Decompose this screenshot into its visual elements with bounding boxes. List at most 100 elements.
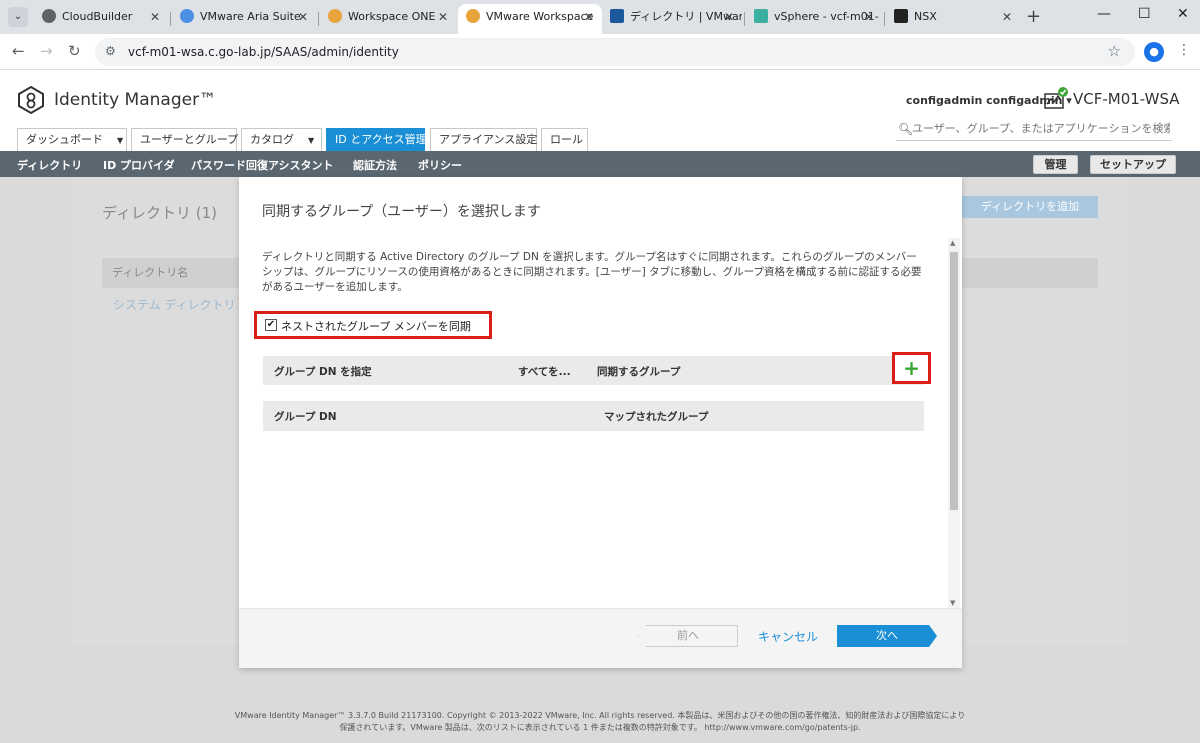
sync-nested-members-checkbox[interactable]: ✔ xyxy=(265,319,277,331)
browser-tabstrip: ⌄ CloudBuilder ✕ VMware Aria Suite ✕ Wor… xyxy=(0,0,1200,34)
tab-close-icon[interactable]: ✕ xyxy=(584,4,594,30)
tenant-health-icon xyxy=(1044,87,1068,109)
tab-divider xyxy=(884,12,885,26)
tab-close-icon[interactable]: ✕ xyxy=(298,4,308,30)
profile-avatar-icon[interactable]: ● xyxy=(1144,42,1164,62)
cancel-button[interactable]: キャンセル xyxy=(758,628,818,645)
subnav-directories[interactable]: ディレクトリ xyxy=(17,157,82,173)
mapped-groups-grid-header: グループ DN マップされたグループ xyxy=(263,401,924,431)
modal-description: ディレクトリと同期する Active Directory のグループ DN を選… xyxy=(262,251,922,293)
tab-title: CloudBuilder xyxy=(62,10,133,23)
maximize-icon[interactable]: ☐ xyxy=(1138,6,1151,22)
scroll-down-icon[interactable]: ▼ xyxy=(950,599,955,607)
back-button[interactable]: 前へ xyxy=(638,625,738,647)
scroll-up-icon[interactable]: ▲ xyxy=(950,239,955,247)
add-directory-button: ディレクトリを追加 xyxy=(962,196,1098,218)
vsphere-icon xyxy=(754,9,768,23)
subnav-identity-providers[interactable]: ID プロバイダ xyxy=(103,157,175,173)
chevron-down-icon: ▼ xyxy=(117,136,124,145)
sync-nested-members-label: ネストされたグループ メンバーを同期 xyxy=(281,320,471,333)
subnav-policies[interactable]: ポリシー xyxy=(418,157,462,173)
tab-title: Workspace ONE xyxy=(348,10,436,23)
tab-appliance-settings[interactable]: アプライアンス設定 xyxy=(430,128,537,151)
tab-title: NSX xyxy=(914,10,937,23)
tab-search-menu-icon[interactable]: ⌄ xyxy=(8,7,28,27)
browser-tab[interactable]: vSphere - vcf-m01- ✕ xyxy=(746,4,882,34)
vmware-icon xyxy=(610,9,624,23)
search-input[interactable] xyxy=(912,122,1170,135)
setup-button[interactable]: セットアップ xyxy=(1090,155,1176,174)
next-button[interactable]: 次へ xyxy=(837,625,937,647)
subnav-auth-methods[interactable]: 認証方法 xyxy=(353,157,397,173)
url-text[interactable]: vcf-m01-wsa.c.go-lab.jp/SAAS/admin/ident… xyxy=(128,45,399,59)
tab-label: ユーザーとグループ xyxy=(140,133,239,146)
modal-scrollbar[interactable]: ▲ ▼ xyxy=(948,238,960,608)
workspace-one-icon xyxy=(328,9,342,23)
highlight-box-add: + xyxy=(892,352,931,384)
reload-icon[interactable]: ↻ xyxy=(68,42,81,60)
browser-tab[interactable]: ディレクトリ | VMware ✕ xyxy=(602,4,742,34)
site-info-icon[interactable]: ⚙ xyxy=(105,44,116,58)
browser-tab[interactable]: VMware Aria Suite ✕ xyxy=(172,4,316,34)
tab-roles[interactable]: ロール xyxy=(541,128,588,151)
browser-tab-active[interactable]: VMware Workspace ✕ xyxy=(458,4,602,34)
cloud-icon xyxy=(180,9,194,23)
group-dn-grid-header: グループ DN を指定 すべてを... 同期するグループ xyxy=(263,356,924,385)
browser-menu-icon[interactable]: ⋮ xyxy=(1177,42,1191,58)
tab-label: アプライアンス設定 xyxy=(439,133,538,146)
address-bar[interactable]: ⚙ vcf-m01-wsa.c.go-lab.jp/SAAS/admin/ide… xyxy=(95,38,1135,66)
tab-catalog[interactable]: カタログ ▼ xyxy=(241,128,322,151)
column-groups-to-sync: 同期するグループ xyxy=(597,366,681,378)
forward-arrow-icon[interactable]: → xyxy=(40,42,53,60)
tenant-name: VCF-M01-WSA xyxy=(1073,90,1180,108)
column-group-dn: グループ DN xyxy=(274,411,337,423)
tab-label: カタログ xyxy=(250,133,294,146)
nsx-icon xyxy=(894,9,908,23)
add-plus-icon[interactable]: + xyxy=(895,355,928,381)
sub-navigation: ディレクトリ ID プロバイダ パスワード回復アシスタント 認証方法 ポリシー … xyxy=(0,151,1200,177)
scrollbar-thumb[interactable] xyxy=(950,252,958,510)
tab-dashboard[interactable]: ダッシュボード ▼ xyxy=(17,128,127,151)
search-icon: 🔍︎ xyxy=(898,122,914,136)
tab-label: ロール xyxy=(550,133,583,146)
back-arrow-icon[interactable]: ← xyxy=(12,42,25,60)
column-mapped-groups: マップされたグループ xyxy=(604,411,709,423)
minimize-icon[interactable]: — xyxy=(1097,6,1111,22)
browser-tab[interactable]: CloudBuilder ✕ xyxy=(34,4,168,34)
copyright-footer: VMware Identity Manager™ 3.3.7.0 Build 2… xyxy=(0,710,1200,734)
new-tab-icon[interactable]: + xyxy=(1026,6,1041,27)
copyright-line-1: VMware Identity Manager™ 3.3.7.0 Build 2… xyxy=(234,711,966,720)
browser-tab[interactable]: NSX ✕ xyxy=(886,4,1020,34)
window-close-icon[interactable]: ✕ xyxy=(1177,6,1189,22)
tab-close-icon[interactable]: ✕ xyxy=(724,4,734,30)
tab-title: VMware Aria Suite xyxy=(200,10,301,23)
subnav-password-recovery[interactable]: パスワード回復アシスタント xyxy=(191,157,334,173)
globe-icon xyxy=(42,9,56,23)
browser-tab[interactable]: Workspace ONE ✕ xyxy=(320,4,456,34)
tab-label: ダッシュボード xyxy=(26,133,103,146)
manage-button[interactable]: 管理 xyxy=(1033,155,1078,174)
browser-toolbar: ← → ↻ ⚙ vcf-m01-wsa.c.go-lab.jp/SAAS/adm… xyxy=(0,34,1200,70)
workspace-one-icon xyxy=(466,9,480,23)
global-search: 🔍︎ xyxy=(896,121,1172,141)
tab-label: ID とアクセス管理 xyxy=(335,133,427,146)
bookmark-star-icon[interactable]: ☆ xyxy=(1108,42,1121,60)
system-directory-link: システム ディレクトリ xyxy=(113,298,236,312)
copyright-line-2: 保護されています。VMware 製品は、次のリストに表示されている 1 件または… xyxy=(339,723,861,732)
tab-close-icon[interactable]: ✕ xyxy=(864,4,874,30)
tab-users-groups[interactable]: ユーザーとグループ xyxy=(131,128,239,151)
tab-close-icon[interactable]: ✕ xyxy=(438,4,448,30)
tab-divider xyxy=(318,12,319,26)
column-header-label: ディレクトリ名 xyxy=(112,266,189,279)
tab-close-icon[interactable]: ✕ xyxy=(1002,4,1012,30)
tab-identity-access[interactable]: ID とアクセス管理 xyxy=(326,128,427,151)
tab-title: VMware Workspace xyxy=(486,10,594,23)
identity-manager-logo-icon xyxy=(18,86,44,114)
tab-divider xyxy=(744,12,745,26)
chevron-down-icon: ▼ xyxy=(308,136,315,145)
column-select-all[interactable]: すべてを... xyxy=(518,364,571,379)
column-specify-group-dn: グループ DN を指定 xyxy=(274,366,372,378)
directory-count-title: ディレクトリ (1) xyxy=(102,204,217,222)
tab-close-icon[interactable]: ✕ xyxy=(150,4,160,30)
tab-divider xyxy=(170,12,171,26)
